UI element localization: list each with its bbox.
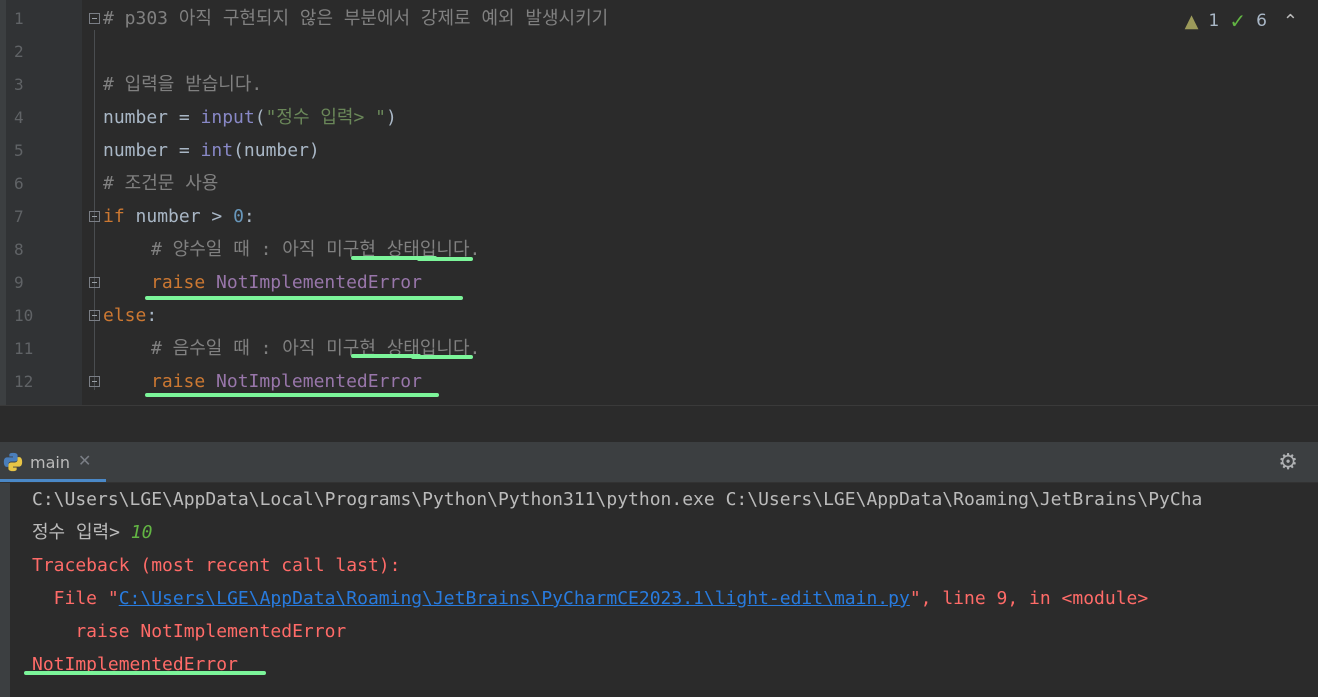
run-toolwindow-header: main ✕ ⚙ [0, 442, 1318, 483]
console-command-line: C:\Users\LGE\AppData\Local\Programs\Pyth… [32, 489, 1203, 510]
code-line[interactable]: 5 number = int(number) [0, 134, 1318, 167]
annotation-underline [145, 393, 439, 397]
code-line[interactable]: 1 # p303 아직 구현되지 않은 부분에서 강제로 예외 발생시키기 [0, 2, 1318, 35]
code-text: else: [103, 305, 158, 326]
comment-text: # 입력을 받습니다. [103, 74, 263, 95]
annotation-underline [417, 257, 473, 261]
code-line[interactable]: 7 if number > 0: [0, 200, 1318, 233]
editor-scroll-area [0, 405, 1318, 442]
line-number: 10 [14, 306, 34, 325]
traceback-code-line: raise NotImplementedError [32, 621, 347, 642]
close-icon[interactable]: ✕ [78, 451, 91, 470]
line-number: 1 [14, 9, 24, 28]
line-number: 9 [14, 273, 24, 292]
tab-main[interactable]: main ✕ [0, 442, 106, 482]
code-line[interactable]: 10 else: [0, 299, 1318, 332]
code-line[interactable]: 3 # 입력을 받습니다. [0, 68, 1318, 101]
code-line[interactable]: 9 raise NotImplementedError [0, 266, 1318, 299]
fold-toggle-icon[interactable] [89, 13, 100, 24]
gear-icon[interactable]: ⚙ [1278, 450, 1298, 475]
annotation-underline [24, 671, 266, 675]
line-number: 5 [14, 141, 24, 160]
annotation-underline [145, 296, 463, 300]
line-number: 3 [14, 75, 24, 94]
code-line[interactable]: 8 # 양수일 때 : 아직 미구현 상태입니다. [0, 233, 1318, 266]
run-console[interactable]: C:\Users\LGE\AppData\Local\Programs\Pyth… [0, 483, 1318, 697]
code-text: number = input("정수 입력> ") [103, 107, 397, 128]
line-number: 12 [14, 372, 34, 391]
fold-end-icon[interactable] [89, 376, 100, 387]
line-number: 6 [14, 174, 24, 193]
console-sidebar-strip [0, 483, 10, 697]
python-icon [3, 452, 23, 472]
code-line[interactable]: 4 number = input("정수 입력> ") [0, 101, 1318, 134]
line-number: 11 [14, 339, 34, 358]
traceback-header: Traceback (most recent call last): [32, 555, 401, 576]
file-link[interactable]: C:\Users\LGE\AppData\Roaming\JetBrains\P… [119, 588, 910, 609]
line-number: 2 [14, 42, 24, 61]
code-line[interactable]: 2 [0, 35, 1318, 68]
traceback-file-line: File "C:\Users\LGE\AppData\Roaming\JetBr… [32, 588, 1149, 609]
user-input-value: 10 [130, 522, 153, 543]
annotation-underline [411, 355, 473, 359]
comment-text: # p303 아직 구현되지 않은 부분에서 강제로 예외 발생시키기 [103, 8, 609, 29]
code-line[interactable]: 11 # 음수일 때 : 아직 미구현 상태입니다. [0, 332, 1318, 365]
line-number: 7 [14, 207, 24, 226]
code-text: number = int(number) [103, 140, 320, 161]
comment-text: # 양수일 때 : 아직 미구현 상태입니다. [151, 239, 481, 260]
error-name: NotImplementedError [32, 654, 238, 675]
line-number: 8 [14, 240, 24, 259]
console-input-line: 정수 입력> 10 [32, 522, 153, 543]
code-editor[interactable]: ▲ 1 ✓ 6 ⌃ 1 # p303 아직 구현되지 않은 부분에서 강제로 예… [0, 0, 1318, 405]
fold-toggle-icon[interactable] [89, 211, 100, 222]
line-number: 4 [14, 108, 24, 127]
code-text: if number > 0: [103, 206, 255, 227]
code-line[interactable]: 6 # 조건문 사용 [0, 167, 1318, 200]
comment-text: # 조건문 사용 [103, 173, 219, 194]
fold-end-icon[interactable] [89, 277, 100, 288]
tab-label: main [30, 453, 70, 472]
fold-toggle-icon[interactable] [89, 310, 100, 321]
code-text: raise NotImplementedError [151, 272, 422, 293]
comment-text: # 음수일 때 : 아직 미구현 상태입니다. [151, 338, 481, 359]
